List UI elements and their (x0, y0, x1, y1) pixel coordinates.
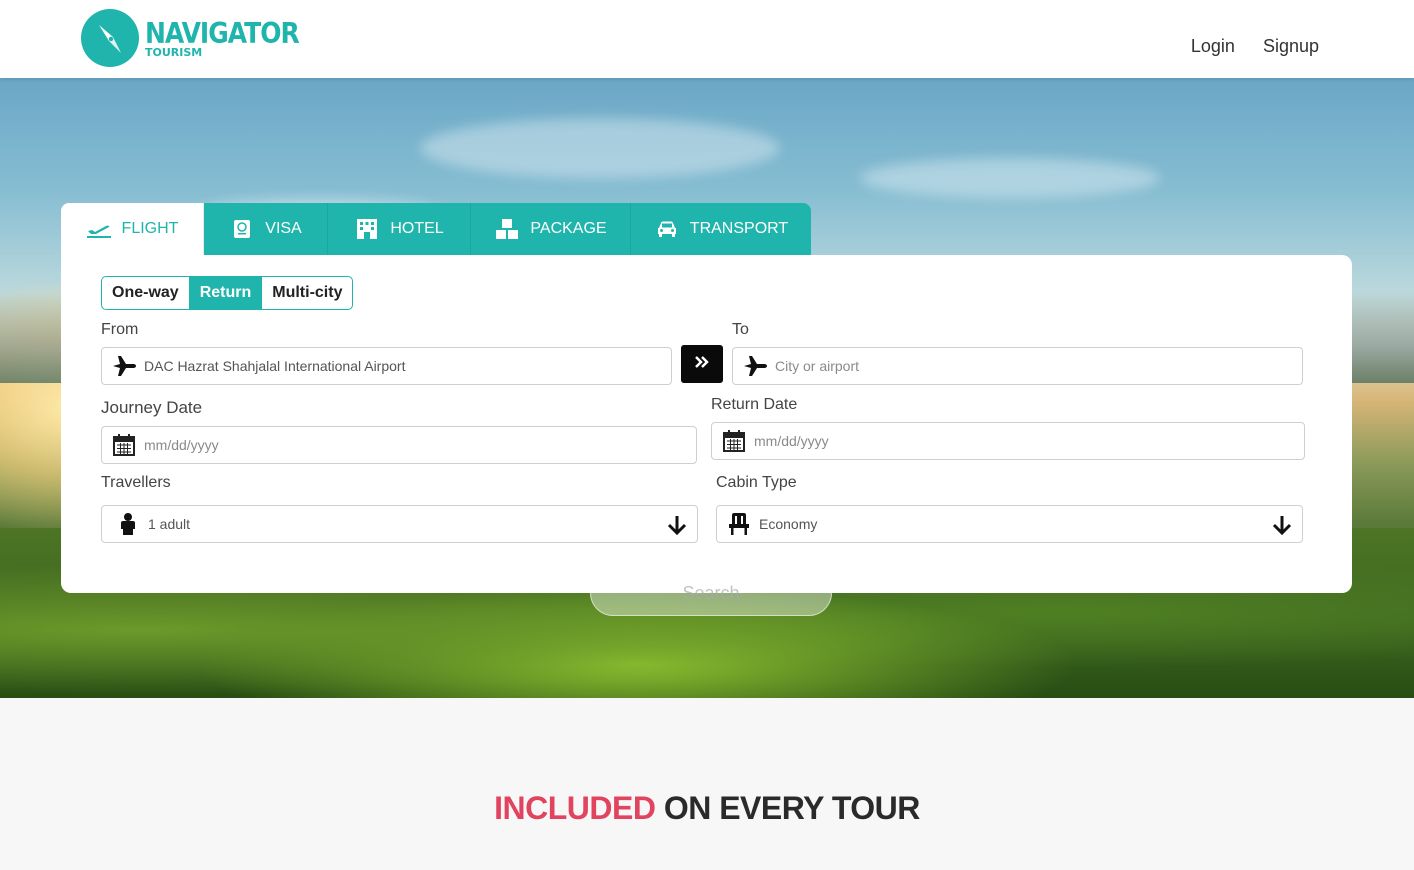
from-value: DAC Hazrat Shahjalal International Airpo… (144, 358, 406, 374)
journey-date-field[interactable]: mm/dd/yyyy (101, 426, 697, 464)
plane-icon (110, 352, 138, 380)
booking-tabs: FLIGHT VISA HOTEL PACKAGE TRANSPORT (61, 203, 811, 255)
brand-logo[interactable]: NAVIGATOR TOURISM (81, 9, 300, 67)
travellers-value: 1 adult (148, 516, 191, 532)
to-field[interactable]: City or airport (732, 347, 1303, 385)
cabin-type-value: Economy (759, 516, 818, 532)
signup-link[interactable]: Signup (1263, 36, 1319, 57)
seat-icon (725, 510, 753, 538)
plane-icon (741, 352, 769, 380)
tab-visa[interactable]: VISA (204, 203, 328, 255)
tab-flight[interactable]: FLIGHT (61, 203, 204, 255)
tab-transport[interactable]: TRANSPORT (631, 203, 811, 255)
arrow-down-icon (1270, 513, 1294, 537)
swap-button[interactable] (681, 345, 723, 383)
passport-icon (229, 218, 255, 240)
section-title-rest: ON EVERY TOUR (663, 790, 921, 826)
from-field[interactable]: DAC Hazrat Shahjalal International Airpo… (101, 347, 672, 385)
journey-date-label: Journey Date (101, 398, 203, 417)
travellers-select[interactable]: 1 adult (101, 505, 698, 543)
section-title-highlight: INCLUDED (494, 790, 656, 826)
return-date-field[interactable]: mm/dd/yyyy (711, 422, 1305, 460)
section-title: INCLUDED ON EVERY TOUR (0, 790, 1414, 827)
brand-title: NAVIGATOR (145, 16, 300, 50)
double-chevron-right-icon (694, 355, 710, 374)
flight-search-card: One-way Return Multi-city From DAC Hazra… (61, 255, 1352, 593)
plane-departure-icon (86, 218, 112, 240)
to-label: To (732, 321, 749, 338)
trip-return[interactable]: Return (189, 277, 263, 309)
tab-hotel[interactable]: HOTEL (328, 203, 471, 255)
trip-type-toggle: One-way Return Multi-city (101, 276, 354, 310)
cabin-type-label: Cabin Type (716, 474, 797, 491)
to-placeholder: City or airport (775, 358, 860, 374)
login-link[interactable]: Login (1191, 36, 1235, 57)
from-label: From (101, 321, 139, 338)
compass-icon (81, 9, 139, 67)
trip-multi-city[interactable]: Multi-city (262, 277, 352, 309)
trip-one-way[interactable]: One-way (102, 277, 190, 309)
return-date-label: Return Date (711, 396, 798, 413)
person-icon (114, 510, 142, 538)
cabin-type-select[interactable]: Economy (716, 505, 1303, 543)
search-button[interactable]: Search (590, 570, 832, 616)
boxes-icon (494, 218, 520, 240)
journey-date-placeholder: mm/dd/yyyy (144, 437, 219, 453)
hotel-icon (354, 218, 380, 240)
return-date-placeholder: mm/dd/yyyy (754, 433, 829, 449)
site-header: NAVIGATOR TOURISM Login Signup (0, 0, 1414, 78)
arrow-down-icon (665, 513, 689, 537)
calendar-icon (110, 431, 138, 459)
car-icon (654, 218, 680, 240)
tab-package[interactable]: PACKAGE (471, 203, 631, 255)
calendar-icon (720, 427, 748, 455)
travellers-label: Travellers (101, 474, 171, 491)
top-nav: Login Signup (1191, 36, 1319, 57)
